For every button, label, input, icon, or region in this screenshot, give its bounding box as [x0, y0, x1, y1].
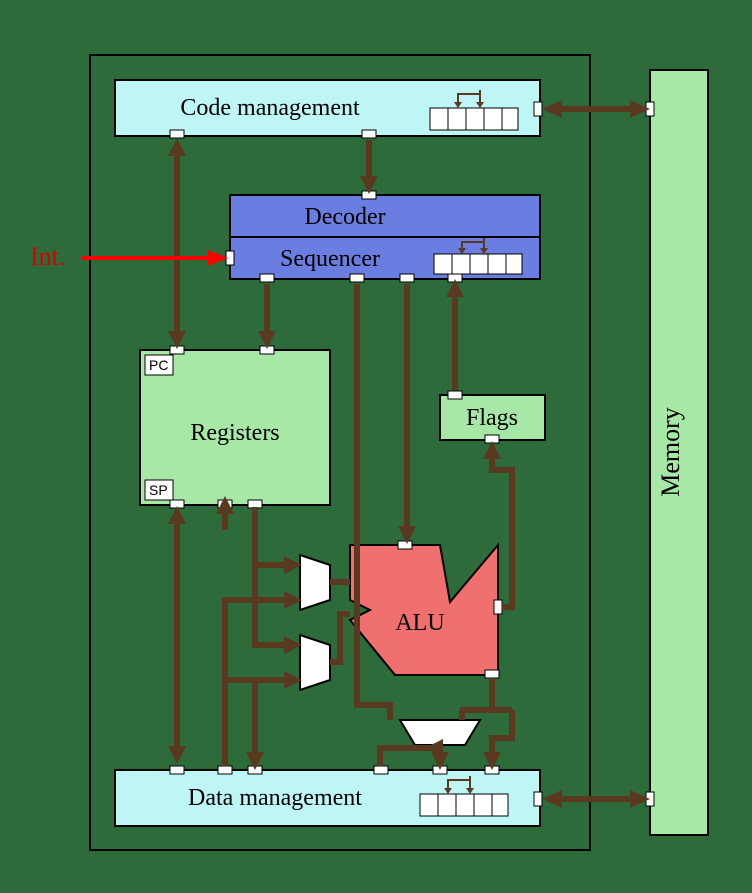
memory-label: Memory	[656, 407, 685, 497]
decoder-label: Decoder	[304, 204, 385, 230]
data-management-label: Data management	[188, 785, 362, 811]
sp-label: SP	[149, 482, 168, 498]
flags-label: Flags	[466, 405, 518, 431]
cpu-diagram: Memory Code management Decoder Sequencer	[0, 0, 752, 888]
registers-label: Registers	[190, 420, 279, 446]
mux-a	[300, 555, 330, 610]
alu-label: ALU	[395, 610, 444, 636]
interrupt-label: Int.	[30, 242, 65, 271]
mux-b	[300, 635, 330, 690]
sequencer-label: Sequencer	[280, 246, 380, 272]
code-management-label: Code management	[180, 95, 360, 121]
pc-label: PC	[149, 357, 168, 373]
